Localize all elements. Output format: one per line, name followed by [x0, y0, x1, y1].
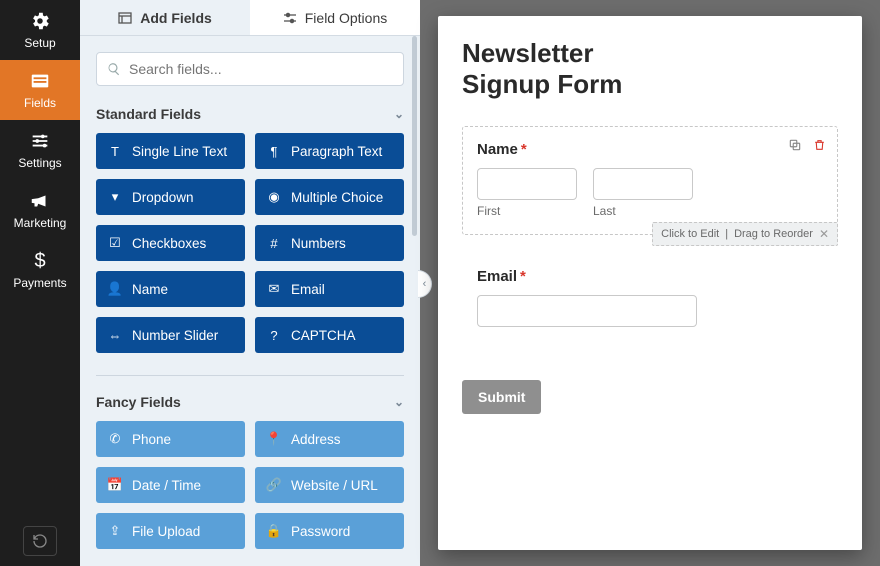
pin-icon: 📍: [267, 431, 281, 447]
field-password[interactable]: 🔒Password: [255, 513, 404, 549]
sidebar-item-fields[interactable]: Fields: [0, 60, 80, 120]
field-dropdown[interactable]: ▾Dropdown: [96, 179, 245, 215]
lock-icon: 🔒: [267, 523, 281, 539]
close-hint-button[interactable]: ✕: [819, 227, 829, 241]
user-icon: 👤: [108, 281, 122, 297]
field-file-upload[interactable]: ⇪File Upload: [96, 513, 245, 549]
field-number-slider[interactable]: ⇔Number Slider: [96, 317, 245, 353]
field-name[interactable]: 👤Name: [96, 271, 245, 307]
calendar-icon: 📅: [108, 477, 122, 493]
field-label: Name*: [477, 141, 823, 158]
form-icon: [29, 70, 51, 92]
field-hint-bar: Click to Edit | Drag to Reorder ✕: [652, 222, 838, 246]
field-phone[interactable]: ✆Phone: [96, 421, 245, 457]
sidebar-bottom: [0, 516, 80, 566]
add-field-icon: [118, 11, 132, 25]
sidebar-item-settings[interactable]: Settings: [0, 120, 80, 180]
sidebar-item-setup[interactable]: Setup: [0, 0, 80, 60]
check-icon: ☑: [108, 235, 122, 251]
field-label: Email*: [477, 268, 823, 285]
duplicate-field-button[interactable]: [787, 137, 803, 153]
field-email[interactable]: ✉Email: [255, 271, 404, 307]
dollar-icon: $: [29, 250, 51, 272]
panel-body: Standard Fields ⌄ TSingle Line Text ¶Par…: [80, 36, 420, 566]
form-field-email[interactable]: Email*: [462, 253, 838, 344]
text-icon: T: [108, 144, 122, 159]
options-icon: [283, 11, 297, 25]
phone-icon: ✆: [108, 431, 122, 447]
field-captcha[interactable]: ?CAPTCHA: [255, 317, 404, 353]
field-website-url[interactable]: 🔗Website / URL: [255, 467, 404, 503]
form-title[interactable]: Newsletter Signup Form: [462, 38, 838, 100]
gear-icon: [29, 10, 51, 32]
tab-label: Add Fields: [140, 10, 212, 26]
group-header-standard[interactable]: Standard Fields ⌄: [96, 102, 404, 133]
radio-icon: ◉: [267, 189, 281, 205]
field-date-time[interactable]: 📅Date / Time: [96, 467, 245, 503]
sidebar-label: Settings: [18, 156, 61, 170]
panel-tabs: Add Fields Field Options: [80, 0, 420, 36]
chevron-down-icon: ⌄: [394, 107, 404, 121]
copy-icon: [788, 138, 802, 152]
paragraph-icon: ¶: [267, 144, 281, 159]
main-sidebar: Setup Fields Settings Marketing $ Paymen…: [0, 0, 80, 566]
slider-icon: ⇔: [108, 328, 122, 343]
name-inputs: First Last: [477, 168, 823, 218]
tab-field-options[interactable]: Field Options: [250, 0, 420, 35]
upload-icon: ⇪: [108, 523, 122, 539]
search-input[interactable]: [129, 61, 393, 77]
group-title: Fancy Fields: [96, 394, 181, 410]
search-field-wrap[interactable]: [96, 52, 404, 86]
name-last-input[interactable]: [593, 168, 693, 200]
sidebar-label: Setup: [24, 36, 55, 50]
sidebar-item-marketing[interactable]: Marketing: [0, 180, 80, 240]
field-actions: [787, 137, 827, 153]
link-icon: 🔗: [267, 477, 281, 493]
sliders-icon: [29, 130, 51, 152]
captcha-icon: ?: [267, 328, 281, 343]
search-icon: [107, 62, 121, 76]
name-first-input[interactable]: [477, 168, 577, 200]
sub-label-first: First: [477, 204, 577, 218]
sub-label-last: Last: [593, 204, 693, 218]
tab-add-fields[interactable]: Add Fields: [80, 0, 250, 35]
fancy-fields-grid: ✆Phone 📍Address 📅Date / Time 🔗Website / …: [96, 421, 404, 549]
form-canvas: Newsletter Signup Form Name* First: [438, 16, 862, 550]
trash-icon: [813, 138, 826, 152]
standard-fields-grid: TSingle Line Text ¶Paragraph Text ▾Dropd…: [96, 133, 404, 353]
sidebar-label: Payments: [13, 276, 66, 290]
field-numbers[interactable]: #Numbers: [255, 225, 404, 261]
sidebar-label: Fields: [24, 96, 56, 110]
dropdown-icon: ▾: [108, 189, 122, 205]
bullhorn-icon: [29, 190, 51, 212]
group-title: Standard Fields: [96, 106, 201, 122]
field-single-line-text[interactable]: TSingle Line Text: [96, 133, 245, 169]
field-paragraph-text[interactable]: ¶Paragraph Text: [255, 133, 404, 169]
sidebar-item-payments[interactable]: $ Payments: [0, 240, 80, 300]
delete-field-button[interactable]: [811, 137, 827, 153]
chevron-down-icon: ⌄: [394, 395, 404, 409]
history-button[interactable]: [23, 526, 57, 556]
group-header-fancy[interactable]: Fancy Fields ⌄: [96, 390, 404, 421]
sidebar-label: Marketing: [14, 216, 67, 230]
field-multiple-choice[interactable]: ◉Multiple Choice: [255, 179, 404, 215]
history-icon: [32, 533, 48, 549]
fields-panel: Add Fields Field Options Standard Fields…: [80, 0, 420, 566]
field-address[interactable]: 📍Address: [255, 421, 404, 457]
mail-icon: ✉: [267, 281, 281, 297]
hash-icon: #: [267, 236, 281, 251]
field-checkboxes[interactable]: ☑Checkboxes: [96, 225, 245, 261]
email-input[interactable]: [477, 295, 697, 327]
tab-label: Field Options: [305, 10, 387, 26]
canvas-wrap: Newsletter Signup Form Name* First: [420, 0, 880, 566]
form-field-name[interactable]: Name* First Last Click to Edit | Drag to…: [462, 126, 838, 235]
submit-button[interactable]: Submit: [462, 380, 541, 414]
